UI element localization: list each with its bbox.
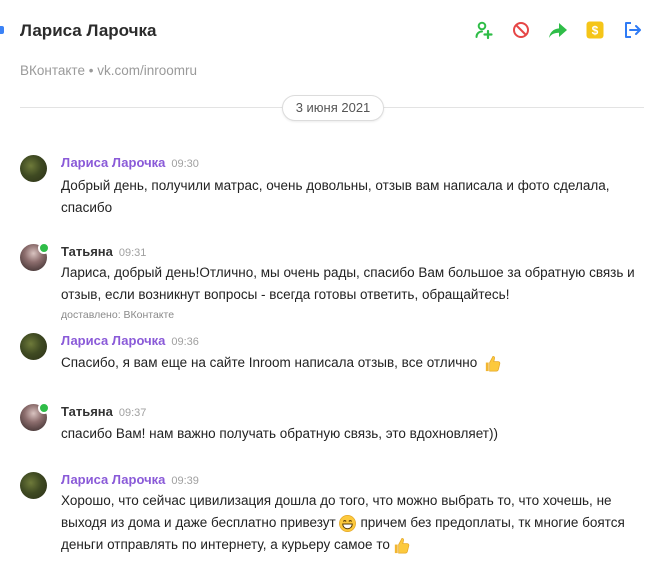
payment-button[interactable]: $ (585, 20, 605, 40)
message-body: Спасибо, я вам еще на сайте Inroom напис… (61, 352, 646, 374)
forward-button[interactable] (548, 20, 568, 40)
svg-text:$: $ (592, 24, 599, 38)
add-user-button[interactable] (474, 20, 494, 40)
delivery-status: доставлено: ВКонтакте (61, 309, 175, 321)
message-text: спасибо Вам! нам важно получать обратную… (61, 426, 498, 441)
message-meta: Лариса Ларочка 09:36 (61, 333, 199, 350)
author-name[interactable]: Лариса Ларочка (61, 155, 165, 170)
message-text: Лариса, добрый день!Отлично, мы очень ра… (61, 265, 635, 302)
author-name[interactable]: Лариса Ларочка (61, 333, 165, 348)
chat-source: ВКонтакте • vk.com/inroomru (20, 63, 197, 78)
logout-button[interactable] (622, 20, 642, 40)
header-actions: $ (474, 20, 642, 40)
author-name[interactable]: Лариса Ларочка (61, 472, 165, 487)
add-user-icon (475, 21, 493, 40)
logout-icon (625, 22, 641, 38)
avatar[interactable] (20, 242, 50, 271)
message-body: Хорошо, что сейчас цивилизация дошла до … (61, 490, 646, 556)
online-indicator (38, 402, 50, 414)
date-label: 3 июня 2021 (282, 95, 384, 121)
avatar[interactable] (20, 333, 47, 360)
message-text: Добрый день, получили матрас, очень дово… (61, 178, 610, 215)
grinning-face-icon (338, 514, 356, 532)
thumbs-up-icon (485, 355, 501, 372)
message-meta: Лариса Ларочка 09:30 (61, 155, 199, 172)
contact-name: Лариса Ларочка (20, 21, 157, 40)
block-icon (513, 22, 529, 38)
avatar[interactable] (20, 472, 47, 499)
message-time: 09:31 (118, 247, 147, 259)
online-indicator (38, 242, 50, 254)
thumbs-up-icon (394, 537, 410, 554)
message-meta: Лариса Ларочка 09:39 (61, 472, 199, 489)
avatar[interactable] (20, 155, 47, 182)
message-time: 09:30 (171, 158, 199, 170)
active-chat-indicator (0, 26, 4, 34)
message-time: 09:36 (171, 336, 199, 348)
dollar-icon: $ (586, 21, 604, 39)
message-time: 09:37 (118, 407, 147, 419)
message-time: 09:39 (171, 475, 199, 487)
chat-header: Лариса Ларочка $ (20, 20, 642, 44)
message-text: Спасибо, я вам еще на сайте Inroom напис… (61, 355, 478, 370)
block-button[interactable] (511, 20, 531, 40)
message-meta: Татьяна 09:37 (61, 404, 146, 421)
message-meta: Татьяна 09:31 (61, 244, 146, 261)
avatar[interactable] (20, 402, 50, 431)
author-name[interactable]: Татьяна (61, 404, 113, 419)
forward-icon (549, 23, 567, 38)
author-name[interactable]: Татьяна (61, 244, 113, 259)
date-separator: 3 июня 2021 (20, 95, 644, 121)
